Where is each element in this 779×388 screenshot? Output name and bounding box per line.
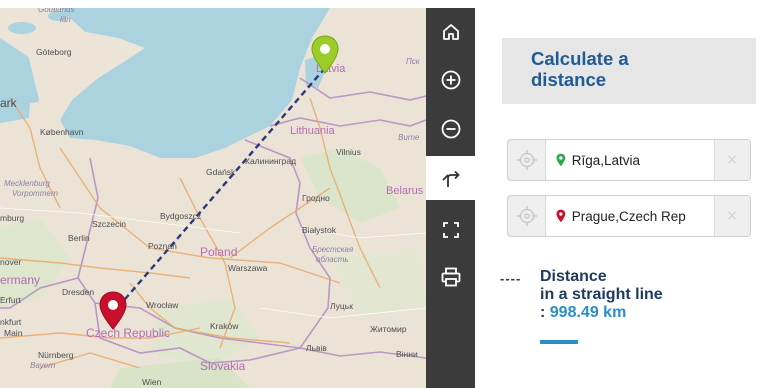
map-toolbar: [426, 8, 475, 388]
distance-value-line: : 998.49 km: [540, 304, 663, 322]
map-label: Gdańsk: [206, 167, 236, 177]
map-label: nkfurt: [0, 317, 22, 327]
locate-to-button[interactable]: [508, 196, 545, 236]
distance-value: 998.49 km: [549, 304, 627, 322]
map-label: Burne: [398, 133, 420, 142]
route-turn-icon: [441, 170, 460, 187]
distance-result-text: Distance in a straight line : 998.49 km: [540, 268, 663, 322]
to-value: Prague,Czech Rep: [571, 208, 686, 224]
map-label: Slovakia: [200, 359, 246, 373]
map-label: ermany: [0, 273, 41, 287]
route-button[interactable]: [426, 156, 475, 200]
end-marker-icon[interactable]: [98, 291, 128, 331]
home-icon: [442, 24, 459, 40]
map-label: Bydgoszcz: [160, 211, 202, 221]
distance-sublabel: in a straight line: [540, 286, 663, 304]
distance-underline: [540, 340, 578, 344]
map-label: Луцьк: [330, 301, 353, 311]
clear-from-button[interactable]: ×: [714, 140, 750, 180]
map-label: ark: [0, 96, 17, 110]
map-label: nover: [0, 257, 22, 267]
zoom-in-button[interactable]: [426, 58, 475, 102]
map-label: København: [40, 127, 84, 137]
map-label: Warszawa: [228, 263, 268, 273]
map-label: Götalands: [38, 5, 75, 14]
map-label: область: [316, 255, 349, 264]
distance-label: Distance: [540, 268, 607, 285]
from-value: Rīga,Latvia: [571, 152, 641, 168]
map-label: Пск: [406, 57, 420, 66]
zoom-in-icon: [441, 70, 460, 90]
locate-from-button[interactable]: [508, 140, 545, 180]
fullscreen-button[interactable]: [426, 208, 475, 252]
map-label: Калининград: [245, 156, 297, 166]
from-location-field: Rīga,Latvia ×: [507, 139, 751, 181]
map-label: Białystok: [302, 225, 337, 235]
to-input[interactable]: Prague,Czech Rep: [545, 196, 715, 236]
map-label: Main: [4, 328, 23, 338]
zoom-out-icon: [441, 119, 460, 139]
map-label: Брестская: [312, 245, 354, 254]
green-pin-icon: [556, 153, 566, 167]
from-input[interactable]: Rīga,Latvia: [545, 140, 715, 180]
map-label: Kraków: [210, 321, 239, 331]
map-label: Vilnius: [336, 147, 361, 157]
map-label: Mecklenburg: [4, 179, 50, 188]
map-label: Nürnberg: [38, 350, 74, 360]
clear-to-button[interactable]: ×: [714, 196, 750, 236]
map-label: Poland: [200, 245, 238, 259]
crosshair-icon: [516, 206, 537, 226]
panel-header: Calculate a distance: [502, 38, 756, 104]
crosshair-icon: [516, 150, 537, 170]
map-label: Bayern: [30, 361, 56, 370]
map-label: Гродно: [302, 193, 330, 203]
map-label: Poznań: [148, 241, 177, 251]
map-label: Lithuania: [290, 125, 335, 137]
map-label: Житомир: [370, 324, 407, 334]
map-label: Dresden: [62, 287, 95, 297]
map-label: Szczecin: [92, 219, 127, 229]
to-location-field: Prague,Czech Rep ×: [507, 195, 751, 237]
home-button[interactable]: [426, 10, 475, 54]
map-label: Wrocław: [146, 300, 179, 310]
map-label: Göteborg: [36, 47, 72, 57]
map-label: Berlin: [68, 233, 90, 243]
fullscreen-icon: [442, 222, 459, 238]
map-label: Вінни: [396, 349, 418, 359]
map-label: Vorpommern: [12, 189, 58, 198]
print-button[interactable]: [426, 255, 475, 299]
panel-title: Calculate a distance: [531, 48, 629, 90]
route-legend-dash: ----: [500, 271, 522, 286]
map-view[interactable]: Götalands län Göteborg ark København Lat…: [0, 0, 426, 388]
map-label: mburg: [0, 213, 25, 223]
distance-prefix: :: [540, 304, 550, 322]
start-marker-icon[interactable]: [310, 35, 340, 75]
map-label: Львів: [306, 343, 327, 353]
map-label: län: [60, 15, 71, 24]
map-base-layer: [0, 8, 426, 388]
map-label: Erfurt: [0, 295, 21, 305]
map-label: Wien: [142, 377, 162, 387]
red-pin-icon: [556, 209, 566, 223]
print-icon: [441, 267, 460, 287]
map-label: Belarus: [386, 185, 424, 197]
zoom-out-button[interactable]: [426, 107, 475, 151]
